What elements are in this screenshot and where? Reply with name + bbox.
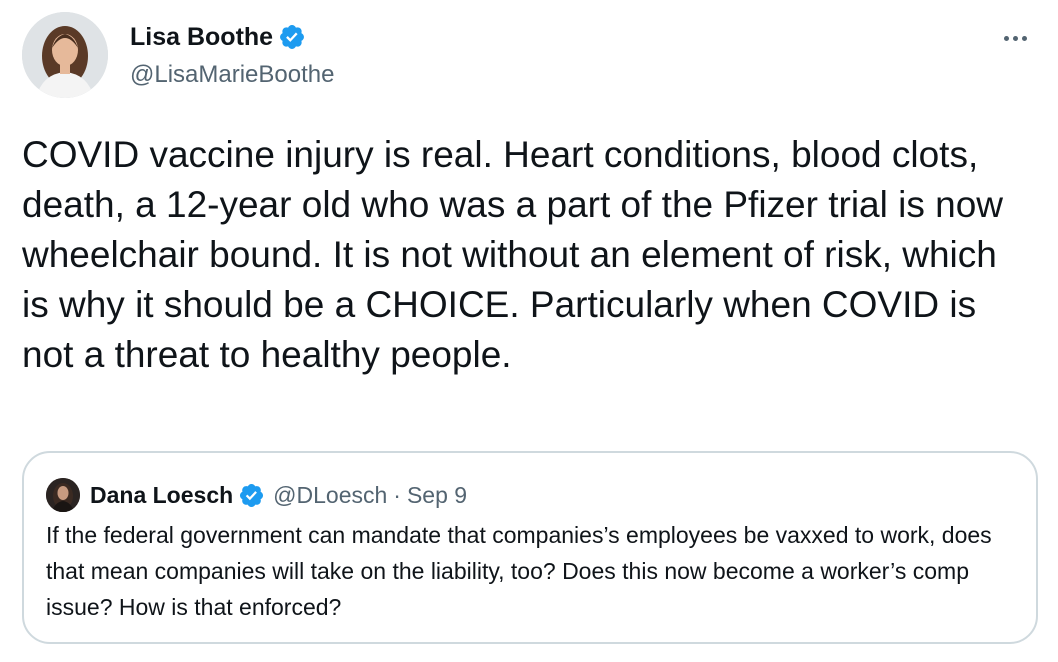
author-avatar[interactable] bbox=[22, 12, 108, 98]
quoted-author-avatar[interactable] bbox=[46, 478, 80, 512]
avatar-photo-icon bbox=[22, 12, 108, 98]
verified-badge-icon bbox=[280, 25, 305, 49]
quoted-tweet-card[interactable]: Dana Loesch @DLoesch · Sep 9 If the fede… bbox=[22, 451, 1038, 644]
quoted-author-handle[interactable]: @DLoesch bbox=[273, 482, 387, 509]
author-handle[interactable]: @LisaMarieBoothe bbox=[130, 58, 334, 92]
more-horizontal-icon bbox=[1013, 36, 1018, 41]
quoted-tweet-text: If the federal government can mandate th… bbox=[46, 522, 992, 620]
verified-badge-icon bbox=[240, 483, 264, 507]
tweet-text: COVID vaccine injury is real. Heart cond… bbox=[22, 134, 1004, 375]
more-horizontal-icon bbox=[1004, 36, 1009, 41]
more-options-button[interactable] bbox=[996, 22, 1036, 54]
tweet-author: Lisa Boothe @LisaMarieBoothe bbox=[130, 20, 334, 92]
separator-dot: · bbox=[393, 481, 401, 508]
more-horizontal-icon bbox=[1022, 36, 1027, 41]
quoted-tweet-header: Dana Loesch @DLoesch · Sep 9 bbox=[46, 475, 467, 515]
author-display-name[interactable]: Lisa Boothe bbox=[130, 20, 273, 54]
quoted-tweet-date[interactable]: Sep 9 bbox=[407, 482, 467, 509]
avatar-photo-icon bbox=[46, 478, 80, 512]
quoted-author-display-name[interactable]: Dana Loesch bbox=[90, 482, 233, 509]
